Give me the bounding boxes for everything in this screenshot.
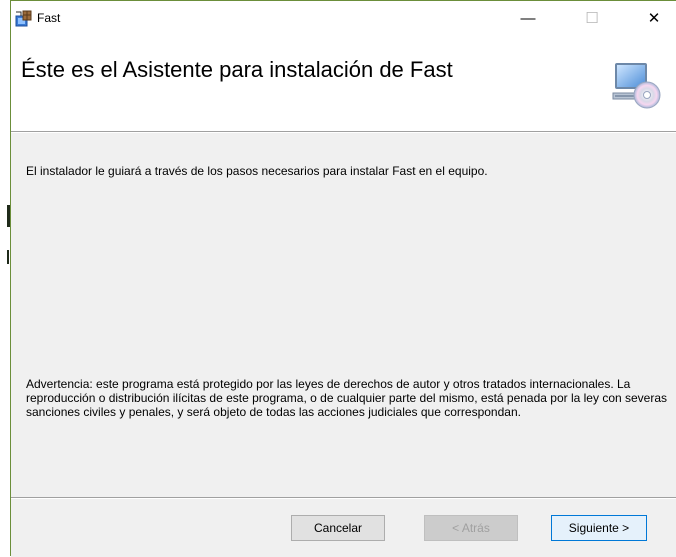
wizard-content: El instalador le guiará a través de los … <box>11 133 676 497</box>
page-title: Éste es el Asistente para instalación de… <box>21 57 453 82</box>
window-title: Fast <box>37 11 61 25</box>
intro-text: El instalador le guiará a través de los … <box>26 164 488 178</box>
wizard-footer: Cancelar < Atrás Siguiente > <box>11 499 676 557</box>
computer-cd-icon <box>611 57 661 111</box>
next-button[interactable]: Siguiente > <box>551 515 647 541</box>
wizard-header: Éste es el Asistente para instalación de… <box>11 35 676 131</box>
minimize-button[interactable]: — <box>505 1 551 35</box>
title-bar[interactable]: Fast — ☐ ✕ <box>11 1 676 35</box>
copyright-warning: Advertencia: este programa está protegid… <box>26 377 668 419</box>
installer-window: Fast — ☐ ✕ Éste es el Asistente para ins… <box>10 0 676 557</box>
close-button[interactable]: ✕ <box>631 1 676 35</box>
maximize-button[interactable]: ☐ <box>569 1 615 35</box>
installer-package-icon <box>15 9 33 27</box>
back-button[interactable]: < Atrás <box>424 515 518 541</box>
cancel-button[interactable]: Cancelar <box>291 515 385 541</box>
background-edge-mark <box>7 250 9 264</box>
